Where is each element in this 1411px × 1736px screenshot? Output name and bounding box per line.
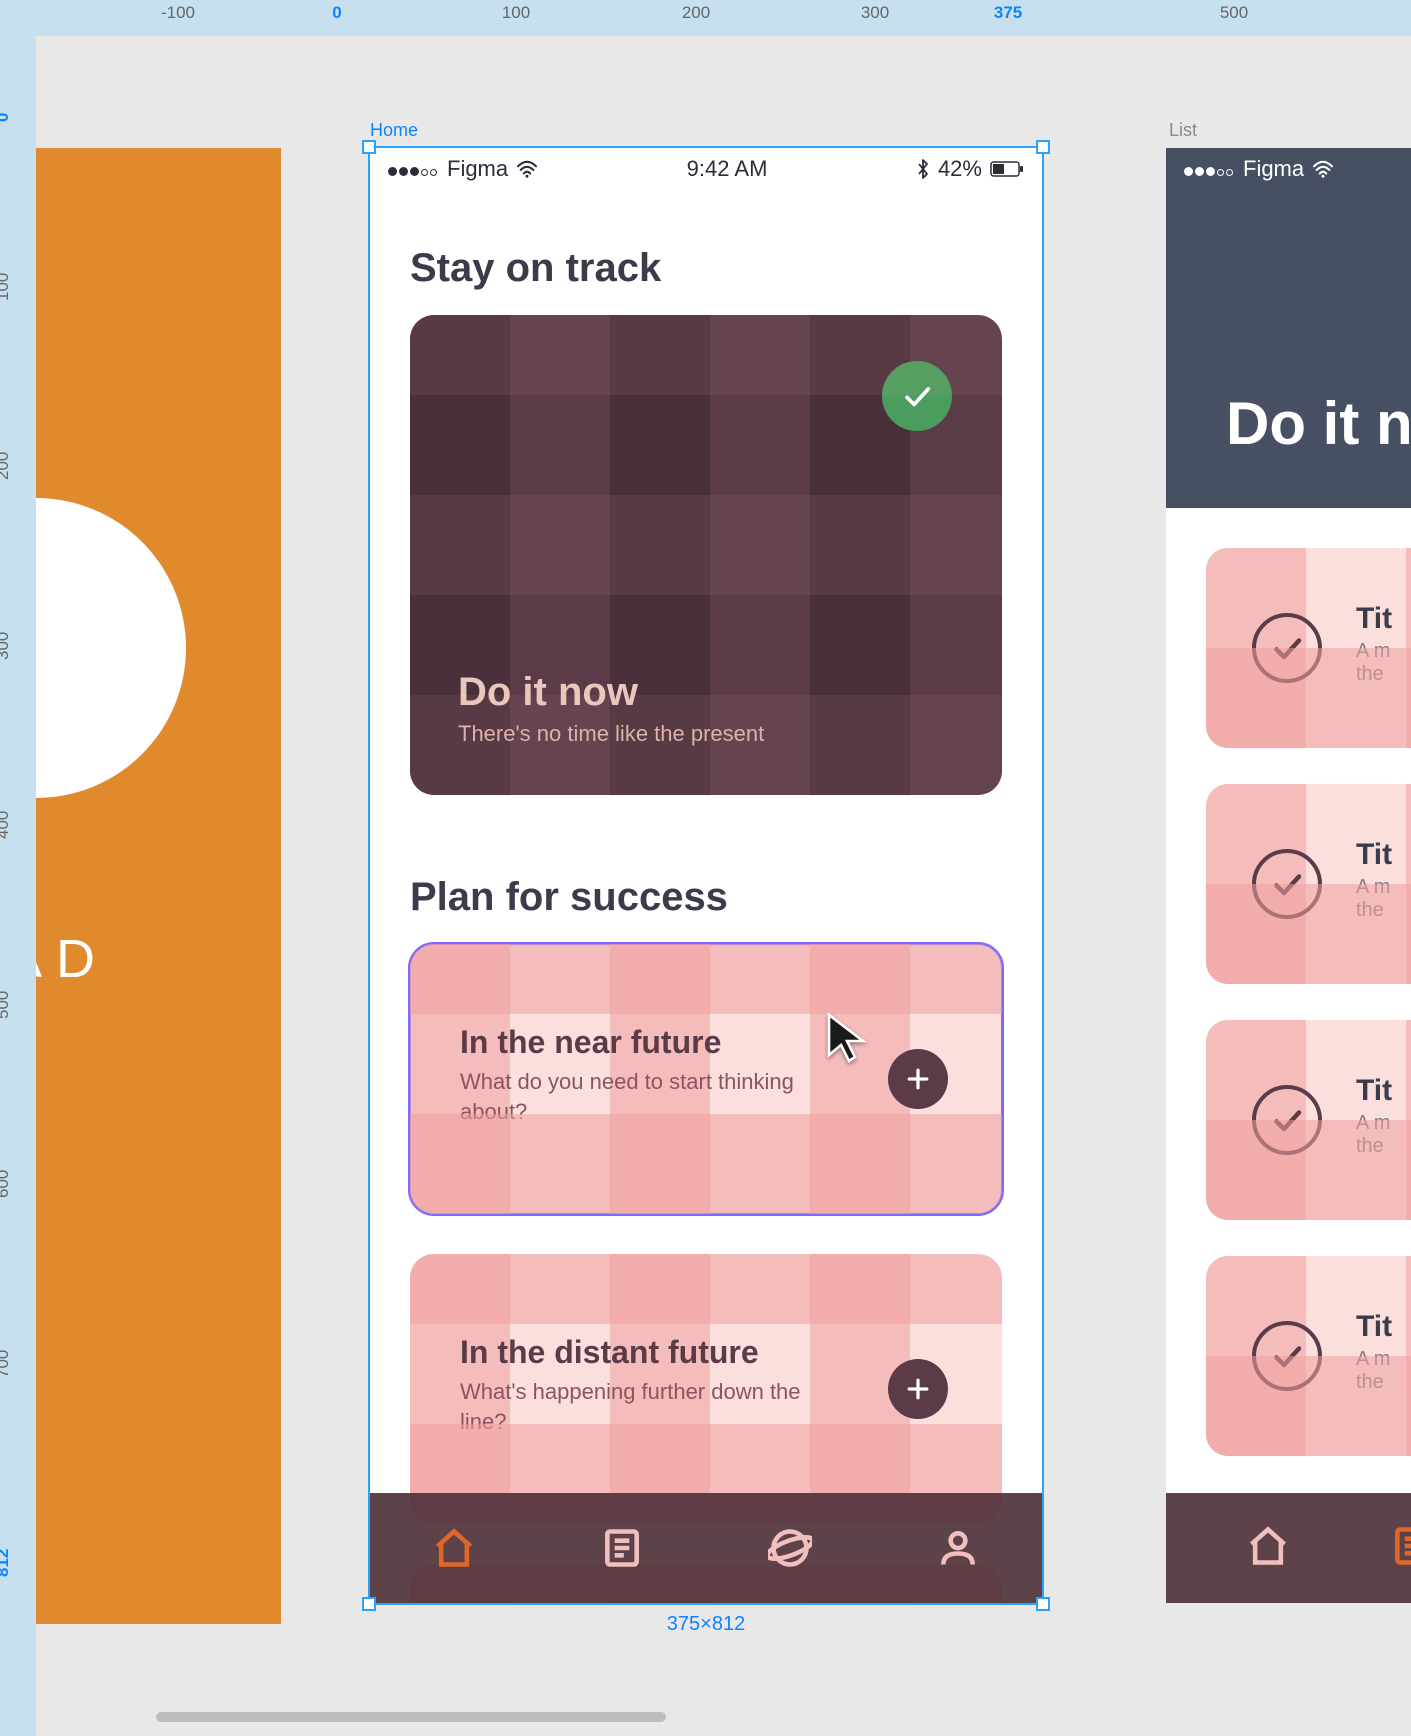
tab-list[interactable] — [592, 1518, 652, 1578]
bluetooth-icon — [916, 158, 930, 180]
list-item-title: Tit — [1356, 1074, 1392, 1108]
list-item-title: Tit — [1356, 602, 1392, 636]
list-item[interactable]: Tit A mthe — [1206, 784, 1411, 984]
check-circle-icon[interactable] — [1252, 613, 1322, 683]
splash-partial-text: EAD — [36, 928, 109, 990]
horizontal-scrollbar[interactable] — [156, 1712, 666, 1722]
add-button[interactable] — [888, 1359, 948, 1419]
ruler-tick: 700 — [0, 1350, 13, 1378]
design-canvas[interactable]: EAD Home 375×812 Figma 9:42 AM 42% — [36, 36, 1411, 1736]
list-item-subtitle: A mthe — [1356, 1112, 1392, 1158]
list-item-subtitle: A mthe — [1356, 1348, 1392, 1394]
wifi-icon — [516, 160, 538, 178]
signal-dots-icon — [1184, 156, 1235, 182]
plan-card-subtitle: What's happening further down the line? — [460, 1377, 812, 1436]
ruler-corner — [0, 0, 36, 36]
wifi-icon — [1312, 160, 1334, 178]
section-title-plan-for-success: Plan for success — [410, 875, 1002, 920]
tab-home[interactable] — [424, 1518, 484, 1578]
list-item[interactable]: Tit A mthe — [1206, 1256, 1411, 1456]
signal-dots-icon — [388, 156, 439, 182]
frame-label-home[interactable]: Home — [370, 120, 418, 141]
hero-title: Do it now — [458, 670, 764, 715]
ruler-tick: -100 — [161, 3, 195, 23]
ruler-tick: 0 — [0, 113, 13, 122]
check-circle-icon[interactable] — [1252, 849, 1322, 919]
plan-card[interactable]: In the distant future What's happening f… — [410, 1254, 1002, 1524]
frame-label-list[interactable]: List — [1169, 120, 1197, 141]
ruler-tick: 375 — [994, 3, 1022, 23]
ruler-tick: 0 — [332, 3, 341, 23]
tab-bar — [370, 1493, 1042, 1603]
ruler-vertical[interactable]: 0 100 200 300 400 500 600 700 812 — [0, 36, 36, 1736]
ruler-tick: 600 — [0, 1170, 13, 1198]
list-item-subtitle: A mthe — [1356, 640, 1392, 686]
ruler-tick: 300 — [861, 3, 889, 23]
section-title-stay-on-track: Stay on track — [410, 246, 1002, 291]
tab-bar — [1166, 1493, 1411, 1603]
ruler-horizontal[interactable]: -100 0 100 200 300 375 500 — [36, 0, 1411, 36]
plan-card-title: In the near future — [460, 1024, 812, 1061]
ruler-tick: 300 — [0, 632, 13, 660]
ruler-tick: 500 — [0, 991, 13, 1019]
ruler-tick: 100 — [0, 273, 13, 301]
selection-dimensions: 375×812 — [370, 1613, 1042, 1636]
plan-card[interactable]: In the near future What do you need to s… — [410, 944, 1002, 1214]
tab-explore[interactable] — [760, 1518, 820, 1578]
hero-subtitle: There's no time like the present — [458, 721, 764, 747]
splash-circle — [36, 498, 186, 798]
add-button[interactable] — [888, 1049, 948, 1109]
carrier-label: Figma — [447, 156, 508, 182]
battery-percent: 42% — [938, 156, 982, 182]
check-circle-icon[interactable] — [1252, 1321, 1322, 1391]
frame-splash-partial[interactable]: EAD — [36, 148, 281, 1624]
status-bar: Figma 9:42 AM 42% — [370, 148, 1042, 186]
ruler-tick: 200 — [0, 452, 13, 480]
frame-home[interactable]: Figma 9:42 AM 42% Stay on track — [370, 148, 1042, 1603]
ruler-tick: 100 — [502, 3, 530, 23]
list-item-title: Tit — [1356, 1310, 1392, 1344]
list-header: Do it n — [1166, 148, 1411, 508]
list-header-title: Do it n — [1226, 389, 1411, 458]
list-item[interactable]: Tit A mthe — [1206, 548, 1411, 748]
cursor-icon — [825, 1011, 869, 1068]
check-circle-icon[interactable] — [1252, 1085, 1322, 1155]
check-badge-icon — [882, 361, 952, 431]
ruler-tick: 812 — [0, 1549, 13, 1577]
tab-home[interactable] — [1246, 1524, 1290, 1573]
list-item-title: Tit — [1356, 838, 1392, 872]
tab-list[interactable] — [1390, 1524, 1411, 1573]
status-time: 9:42 AM — [687, 156, 768, 182]
tab-profile[interactable] — [928, 1518, 988, 1578]
list-item[interactable]: Tit A mthe — [1206, 1020, 1411, 1220]
list-item-subtitle: A mthe — [1356, 876, 1392, 922]
carrier-label: Figma — [1243, 156, 1304, 182]
ruler-tick: 200 — [682, 3, 710, 23]
ruler-tick: 500 — [1220, 3, 1248, 23]
ruler-tick: 400 — [0, 811, 13, 839]
plan-card-title: In the distant future — [460, 1334, 812, 1371]
frame-list-partial[interactable]: Do it n Figma Tit A mthe Tit A mthe — [1166, 148, 1411, 1603]
battery-icon — [990, 161, 1024, 177]
plan-card-subtitle: What do you need to start thinking about… — [460, 1067, 812, 1126]
hero-card-do-it-now[interactable]: Do it now There's no time like the prese… — [410, 315, 1002, 795]
